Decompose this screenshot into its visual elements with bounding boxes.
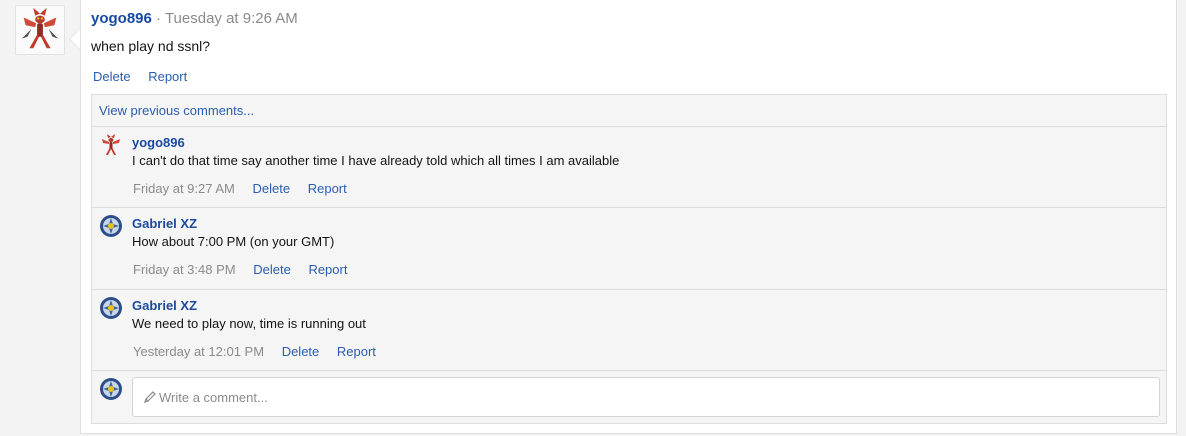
post-author-avatar[interactable] (15, 5, 65, 55)
header-separator: · (156, 10, 162, 27)
post-body: when play nd ssnl? (91, 38, 211, 54)
comment-input[interactable]: Write a comment... (132, 377, 1160, 417)
card-pointer-fill (70, 29, 80, 49)
post-report-link[interactable]: Report (148, 69, 187, 84)
comment-timestamp[interactable]: Friday at 3:48 PM (133, 262, 236, 277)
comment-author[interactable]: Gabriel XZ (132, 216, 197, 231)
comment-author[interactable]: Gabriel XZ (132, 298, 197, 313)
comment-meta: Friday at 9:27 AM Delete Report (133, 181, 347, 196)
comment-text: We need to play now, time is running out (132, 316, 366, 331)
comment-delete-link[interactable]: Delete (253, 181, 291, 196)
comment-report-link[interactable]: Report (337, 344, 376, 359)
red-insect-avatar-icon (21, 7, 59, 49)
post-card: yogo896 · Tuesday at 9:26 AM when play n… (80, 0, 1177, 434)
comment-author[interactable]: yogo896 (132, 135, 185, 150)
blue-yellow-emblem-avatar-icon (100, 215, 122, 237)
comment-text: I can't do that time say another time I … (132, 153, 620, 168)
post-delete-link[interactable]: Delete (93, 69, 131, 84)
comment-delete-link[interactable]: Delete (282, 344, 320, 359)
red-insect-avatar-icon (102, 134, 120, 155)
comment-report-link[interactable]: Report (308, 181, 347, 196)
comment-delete-link[interactable]: Delete (253, 262, 291, 277)
comment-avatar[interactable] (99, 214, 123, 238)
comment-thread: View previous comments... yogo896 I can'… (91, 94, 1167, 424)
post-actions: Delete Report (93, 69, 201, 84)
post-timestamp[interactable]: Tuesday at 9:26 AM (165, 10, 298, 27)
blue-yellow-emblem-avatar-icon (100, 378, 122, 400)
comment-avatar[interactable] (99, 133, 123, 157)
comment-meta: Friday at 3:48 PM Delete Report (133, 262, 347, 277)
comment-item: Gabriel XZ We need to play now, time is … (92, 290, 1166, 371)
post-header: yogo896 · Tuesday at 9:26 AM (91, 10, 298, 27)
comment-avatar[interactable] (99, 296, 123, 320)
composer-avatar (99, 377, 123, 401)
comment-meta: Yesterday at 12:01 PM Delete Report (133, 344, 376, 359)
comment-report-link[interactable]: Report (308, 262, 347, 277)
post-author-link[interactable]: yogo896 (91, 10, 152, 27)
comment-input-placeholder: Write a comment... (159, 390, 268, 405)
comment-item: yogo896 I can't do that time say another… (92, 127, 1166, 208)
comment-text: How about 7:00 PM (on your GMT) (132, 234, 335, 249)
comment-item: Gabriel XZ How about 7:00 PM (on your GM… (92, 208, 1166, 290)
comment-timestamp[interactable]: Yesterday at 12:01 PM (133, 344, 264, 359)
comment-timestamp[interactable]: Friday at 9:27 AM (133, 181, 235, 196)
view-previous-comments-link[interactable]: View previous comments... (99, 103, 254, 118)
pencil-icon (144, 391, 156, 403)
blue-yellow-emblem-avatar-icon (100, 297, 122, 319)
view-previous-comments: View previous comments... (92, 95, 1166, 127)
